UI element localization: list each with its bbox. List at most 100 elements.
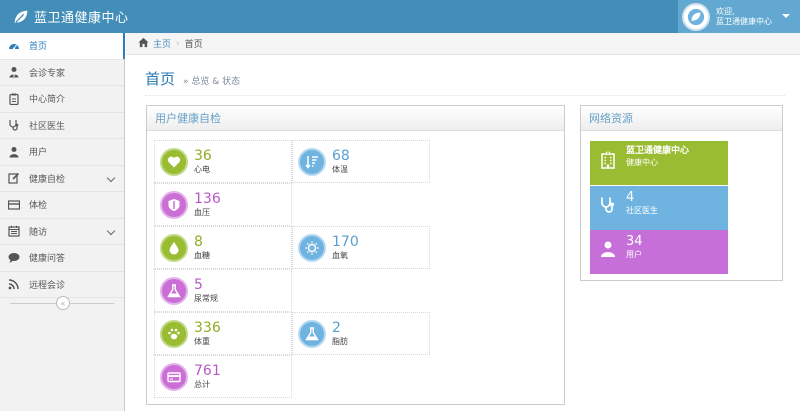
dashboard-icon bbox=[8, 40, 20, 52]
rss-icon bbox=[8, 278, 20, 290]
comment-icon bbox=[8, 252, 20, 264]
stat-label: 心电 bbox=[194, 164, 210, 174]
caret-down-icon[interactable] bbox=[782, 14, 790, 18]
health-check-widget: 用户健康自检 36 心电 68 体温 136 血压 8 血糖 170 血氧 5 尿常规 33… bbox=[146, 105, 565, 405]
hospital-icon bbox=[598, 145, 618, 175]
sidebar-item-label: 用户 bbox=[29, 148, 48, 159]
stat-label: 血糖 bbox=[194, 250, 210, 260]
stat-urine[interactable]: 5 尿常规 bbox=[154, 269, 292, 312]
edit-icon bbox=[8, 172, 20, 184]
top-navbar: 蓝卫通健康中心 欢迎, 蓝卫通健康中心 bbox=[0, 0, 800, 33]
breadcrumb-home-link[interactable]: 主页 bbox=[153, 37, 171, 50]
avatar bbox=[682, 2, 710, 31]
credit-card-icon bbox=[160, 362, 188, 391]
widget-title: 网络资源 bbox=[581, 106, 782, 131]
tile-value: 4 bbox=[626, 190, 635, 205]
sidebar-item-followup[interactable]: 随访 bbox=[0, 219, 124, 245]
clipboard-icon bbox=[8, 93, 20, 105]
sidebar-item-users[interactable]: 用户 bbox=[0, 139, 124, 166]
stat-value: 68 bbox=[332, 147, 350, 164]
sidebar-item-label: 远程会诊 bbox=[29, 280, 66, 291]
widget-title: 用户健康自检 bbox=[147, 106, 564, 131]
sidebar-item-self-check[interactable]: 健康自检 bbox=[0, 166, 124, 192]
sidebar-collapse: « bbox=[0, 295, 124, 311]
tile-users[interactable]: 34 用户 bbox=[590, 230, 728, 274]
stat-blood-sugar[interactable]: 8 血糖 bbox=[154, 226, 292, 269]
user-menu[interactable]: 欢迎, 蓝卫通健康中心 bbox=[678, 0, 800, 33]
drop-icon bbox=[160, 233, 188, 262]
sidebar-item-qa[interactable]: 健康问答 bbox=[0, 245, 124, 272]
sidebar-item-about[interactable]: 中心简介 bbox=[0, 86, 124, 113]
stat-value: 36 bbox=[194, 147, 212, 164]
sidebar-item-label: 会诊专家 bbox=[29, 68, 66, 79]
heart-icon bbox=[160, 147, 188, 176]
stat-value: 761 bbox=[194, 362, 221, 379]
stat-label: 总计 bbox=[194, 379, 210, 389]
stat-value: 2 bbox=[332, 319, 341, 336]
sun-icon bbox=[298, 233, 326, 262]
stat-label: 脂肪 bbox=[332, 336, 348, 346]
sidebar-item-home[interactable]: 首页 bbox=[0, 33, 125, 60]
stethoscope-icon bbox=[598, 190, 618, 220]
list-icon bbox=[8, 199, 20, 211]
sidebar-item-label: 社区医生 bbox=[29, 121, 66, 132]
sidebar-item-label: 随访 bbox=[29, 227, 48, 238]
leaf-icon bbox=[12, 8, 30, 26]
chevron-down-icon bbox=[106, 226, 116, 235]
stat-blood-pressure[interactable]: 136 血压 bbox=[154, 183, 292, 226]
flask-icon bbox=[160, 276, 188, 305]
stat-label: 体重 bbox=[194, 336, 210, 346]
page-subtitle: » 总览 & 状态 bbox=[183, 77, 241, 87]
flask-icon bbox=[298, 319, 326, 348]
stat-value: 8 bbox=[194, 233, 203, 250]
stat-ecg[interactable]: 36 心电 bbox=[154, 140, 292, 183]
home-icon[interactable] bbox=[138, 37, 149, 51]
brand[interactable]: 蓝卫通健康中心 bbox=[12, 0, 129, 33]
stat-label: 体温 bbox=[332, 164, 348, 174]
stat-fat[interactable]: 2 脂肪 bbox=[292, 312, 430, 355]
sidebar-item-label: 体检 bbox=[29, 201, 48, 212]
sidebar: 首页 会诊专家 中心简介 社区医生 用户 健康自检 体检 随访 健康问答 远程会… bbox=[0, 33, 125, 411]
stat-label: 血氧 bbox=[332, 250, 348, 260]
stethoscope-icon bbox=[8, 119, 20, 131]
breadcrumb: 主页 › 首页 bbox=[126, 33, 800, 55]
page-header: 首页 » 总览 & 状态 bbox=[145, 62, 785, 96]
tile-label: 健康中心 bbox=[626, 158, 658, 167]
network-resources-widget: 网络资源 蓝卫通健康中心 健康中心 4 社区医生 34 用户 bbox=[580, 105, 783, 281]
paw-icon bbox=[160, 319, 188, 348]
stat-label: 血压 bbox=[194, 207, 210, 217]
tile-value: 34 bbox=[626, 234, 643, 249]
sidebar-item-doctors[interactable]: 社区医生 bbox=[0, 113, 124, 139]
stat-value: 170 bbox=[332, 233, 359, 250]
tile-label: 社区医生 bbox=[626, 206, 658, 215]
stat-value: 336 bbox=[194, 319, 221, 336]
stat-weight[interactable]: 336 体重 bbox=[154, 312, 292, 355]
stat-value: 5 bbox=[194, 276, 203, 293]
stat-value: 136 bbox=[194, 190, 221, 207]
breadcrumb-current: 首页 bbox=[184, 40, 203, 50]
sidebar-item-exam[interactable]: 体检 bbox=[0, 192, 124, 219]
tile-label: 用户 bbox=[626, 250, 642, 259]
page-title: 首页 bbox=[145, 70, 176, 88]
chevron-down-icon bbox=[106, 173, 116, 182]
sidebar-item-label: 健康自检 bbox=[29, 174, 66, 185]
stat-temperature[interactable]: 68 体温 bbox=[292, 140, 430, 183]
user-icon bbox=[8, 146, 20, 158]
welcome-text: 欢迎, bbox=[716, 6, 735, 16]
sort-amount-icon bbox=[298, 147, 326, 176]
user-icon bbox=[598, 234, 618, 264]
tile-community-doctors[interactable]: 4 社区医生 bbox=[590, 186, 728, 230]
tile-health-center[interactable]: 蓝卫通健康中心 健康中心 bbox=[590, 141, 728, 185]
stat-blood-oxygen[interactable]: 170 血氧 bbox=[292, 226, 430, 269]
user-name: 蓝卫通健康中心 bbox=[716, 16, 772, 26]
sidebar-item-label: 首页 bbox=[29, 42, 48, 53]
brand-title: 蓝卫通健康中心 bbox=[34, 11, 129, 26]
sidebar-item-experts[interactable]: 会诊专家 bbox=[0, 60, 124, 86]
sidebar-collapse-button[interactable]: « bbox=[56, 296, 70, 310]
stat-total[interactable]: 761 总计 bbox=[154, 355, 292, 398]
user-md-icon bbox=[8, 66, 20, 78]
tile-value: 蓝卫通健康中心 bbox=[626, 146, 690, 156]
calendar-icon bbox=[8, 225, 20, 237]
breadcrumb-separator: › bbox=[176, 38, 180, 49]
shield-icon bbox=[160, 190, 188, 219]
